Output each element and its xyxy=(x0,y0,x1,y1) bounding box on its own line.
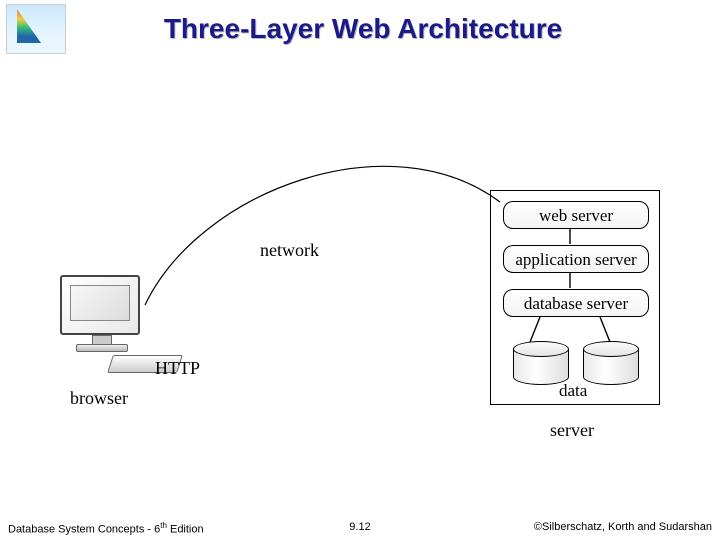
slide-title: Three-Layer Web Architecture xyxy=(66,13,720,45)
footer-left: Database System Concepts - 6th Edition xyxy=(8,521,204,536)
database-server-tier: database server xyxy=(503,289,649,317)
footer-left-prefix: Database System Concepts - 6 xyxy=(8,524,160,536)
monitor-screen xyxy=(70,285,130,321)
slide-header: Three-Layer Web Architecture xyxy=(0,0,720,58)
footer-left-suffix: Edition xyxy=(167,524,204,536)
architecture-diagram: browser HTTP network web server applicat… xyxy=(60,130,660,460)
slide-footer: Database System Concepts - 6th Edition 9… xyxy=(0,521,720,536)
database-cylinder-icon xyxy=(513,341,569,383)
application-server-tier: application server xyxy=(503,245,649,273)
network-label: network xyxy=(260,240,319,261)
monitor-base xyxy=(76,344,128,352)
footer-ordinal-sup: th xyxy=(160,521,167,530)
server-group-label: server xyxy=(550,420,594,441)
server-group-box: web server application server database s… xyxy=(490,190,660,405)
database-cylinder-icon xyxy=(583,341,639,383)
sailboat-logo xyxy=(6,4,66,54)
browser-label: browser xyxy=(70,388,128,409)
data-label: data xyxy=(559,381,587,401)
slide-number: 9.12 xyxy=(349,521,370,533)
protocol-label: HTTP xyxy=(155,358,200,379)
web-server-tier: web server xyxy=(503,201,649,229)
client-monitor-icon xyxy=(60,275,140,335)
sail-icon xyxy=(17,9,41,43)
footer-copyright: ©Silberschatz, Korth and Sudarshan xyxy=(534,521,712,536)
